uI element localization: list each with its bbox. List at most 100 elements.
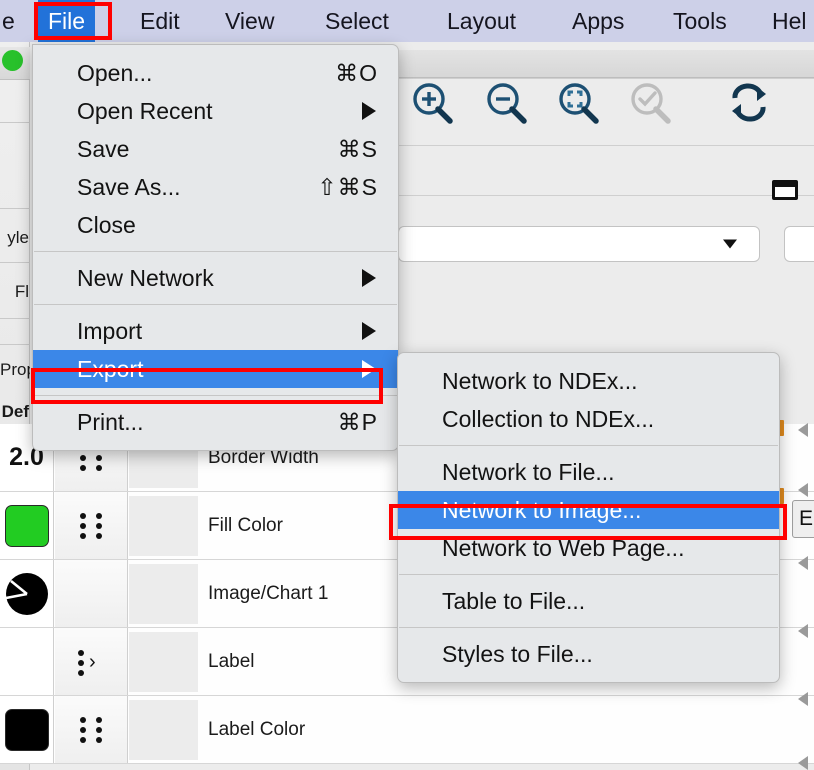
row-bypass-cell[interactable]: [129, 564, 198, 624]
menu-item-open-recent[interactable]: Open Recent: [33, 92, 398, 130]
menu-item-label: Save As...: [77, 173, 181, 200]
tooltip: E: [792, 500, 814, 538]
panel-divider: [0, 208, 30, 209]
sidebar-label-fill: Fl: [14, 282, 29, 301]
menu-item-label: Open Recent: [77, 97, 213, 124]
network-status-indicator: [2, 50, 23, 71]
color-swatch: [4, 504, 49, 547]
menu-item-label: Export: [77, 355, 144, 382]
row-mapping-button[interactable]: [55, 696, 128, 763]
sidebar-label-default: Def: [1, 402, 29, 421]
menubar-item-app[interactable]: e: [0, 0, 25, 42]
panel-divider: [0, 344, 30, 345]
menu-item-label: Network to NDEx...: [442, 367, 638, 394]
refresh-icon[interactable]: [726, 81, 772, 127]
menu-item-label: Open...: [77, 59, 153, 86]
panel-divider: [0, 262, 30, 263]
row-value-label-color[interactable]: [0, 696, 54, 763]
chevron-right-icon: [362, 360, 376, 378]
menu-item-styles-to-file[interactable]: Styles to File...: [398, 635, 779, 673]
menu-item-label: Save: [77, 135, 130, 162]
menu-item-label: Network to Web Page...: [442, 534, 685, 561]
menu-item-save-as[interactable]: Save As... ⇧⌘S: [33, 168, 398, 206]
menubar-item-apps[interactable]: Apps: [562, 0, 634, 42]
style-selector-dropdown[interactable]: [398, 226, 760, 262]
menu-separator: [34, 395, 397, 396]
panel-divider: [0, 318, 30, 319]
menu-item-print[interactable]: Print... ⌘P: [33, 403, 398, 441]
chevron-right-icon: [362, 102, 376, 120]
menu-separator: [399, 627, 778, 628]
row-value-fill-color[interactable]: [0, 492, 54, 559]
row-property-name: Label Color: [208, 718, 306, 740]
menu-separator: [34, 251, 397, 252]
zoom-out-icon[interactable]: [484, 81, 530, 127]
menu-item-network-to-file[interactable]: Network to File...: [398, 453, 779, 491]
color-swatch: [4, 708, 49, 751]
menubar-item-file[interactable]: File: [38, 0, 96, 42]
row-expand-arrow[interactable]: [798, 556, 808, 570]
menu-separator: [399, 574, 778, 575]
menu-separator: [399, 445, 778, 446]
grid-dots-icon: [78, 715, 104, 745]
menu-item-label: Network to Image...: [442, 496, 642, 523]
row-expand-arrow[interactable]: [798, 483, 808, 497]
toolbar-upper-strip: [398, 50, 814, 78]
chevron-right-icon: [362, 322, 376, 340]
menu-item-label: Import: [77, 317, 143, 344]
results-panel-bar: [398, 146, 814, 196]
sidebar-label-style: yle: [7, 228, 29, 247]
menu-item-network-to-image[interactable]: Network to Image...: [398, 491, 779, 529]
zoom-in-icon[interactable]: [410, 81, 456, 127]
menu-item-export[interactable]: Export: [33, 350, 398, 388]
row-value-label[interactable]: [0, 628, 54, 695]
row-value-image-chart[interactable]: [0, 560, 54, 627]
menu-item-open[interactable]: Open... ⌘O: [33, 54, 398, 92]
row-mapping-button[interactable]: ›: [55, 628, 128, 695]
panel-divider: [0, 122, 30, 123]
menu-item-import[interactable]: Import: [33, 312, 398, 350]
menu-item-table-to-file[interactable]: Table to File...: [398, 582, 779, 620]
menu-item-network-to-web-page[interactable]: Network to Web Page...: [398, 529, 779, 567]
row-expand-arrow[interactable]: [798, 624, 808, 638]
menu-item-close[interactable]: Close: [33, 206, 398, 244]
menubar-item-select[interactable]: Select: [315, 0, 399, 42]
menu-item-label: Table to File...: [442, 587, 586, 614]
secondary-dropdown[interactable]: [784, 226, 814, 262]
file-menu-dropdown: Open... ⌘O Open Recent Save ⌘S Save As..…: [32, 44, 399, 451]
panel-window-icon[interactable]: [772, 180, 798, 200]
menu-item-shortcut: ⌘O: [335, 59, 378, 86]
row-mapping-button[interactable]: [55, 560, 128, 627]
menu-item-new-network[interactable]: New Network: [33, 259, 398, 297]
menu-item-label: Collection to NDEx...: [442, 405, 655, 432]
menu-separator: [34, 304, 397, 305]
menu-item-shortcut: ⇧⌘S: [317, 173, 378, 200]
menubar-item-tools[interactable]: Tools: [663, 0, 737, 42]
menu-item-network-to-ndex[interactable]: Network to NDEx...: [398, 362, 779, 400]
table-row[interactable]: Label Color: [0, 696, 814, 764]
row-expand-arrow[interactable]: [798, 423, 808, 437]
menu-item-save[interactable]: Save ⌘S: [33, 130, 398, 168]
grid-dots-icon: [78, 511, 104, 541]
passthrough-mapping-icon: ›: [76, 647, 106, 677]
menubar-item-view[interactable]: View: [215, 0, 284, 42]
menubar-item-help[interactable]: Hel: [762, 0, 814, 42]
menu-item-label: Network to File...: [442, 458, 615, 485]
menubar-item-layout[interactable]: Layout: [437, 0, 526, 42]
pie-chart-icon: [5, 572, 48, 615]
menu-item-collection-to-ndex[interactable]: Collection to NDEx...: [398, 400, 779, 438]
menu-item-label: Styles to File...: [442, 640, 593, 667]
row-expand-arrow[interactable]: [798, 756, 808, 770]
zoom-selected-icon: [628, 81, 674, 127]
row-mapping-button[interactable]: [55, 492, 128, 559]
row-expand-arrow[interactable]: [798, 692, 808, 706]
row-bypass-cell[interactable]: [129, 700, 198, 760]
export-submenu: Network to NDEx... Collection to NDEx...…: [397, 352, 780, 683]
menubar-item-edit[interactable]: Edit: [130, 0, 190, 42]
menu-item-label: Close: [77, 211, 136, 238]
sidebar-label-properties: Prop: [0, 360, 30, 379]
zoom-fit-icon[interactable]: [556, 81, 602, 127]
menu-bar: e File Edit View Select Layout Apps Tool…: [0, 0, 814, 42]
row-bypass-cell[interactable]: [129, 496, 198, 556]
row-bypass-cell[interactable]: [129, 632, 198, 692]
